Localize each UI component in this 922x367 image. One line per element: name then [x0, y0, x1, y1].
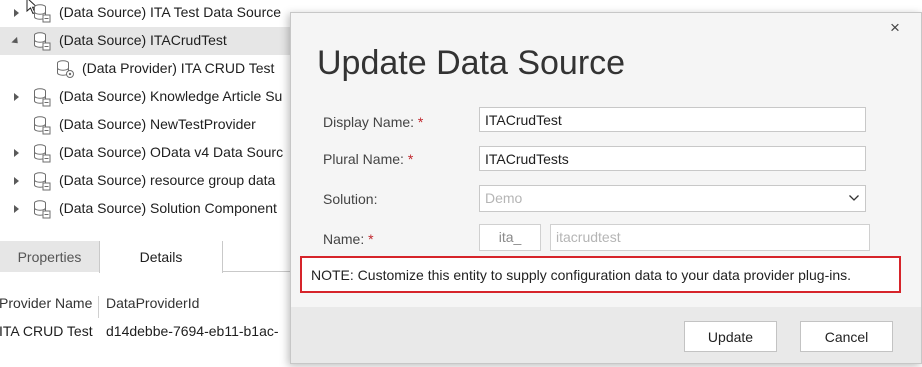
name-label-text: Name:	[323, 231, 365, 247]
display-name-label-text: Display Name:	[323, 114, 415, 130]
tree-item-label: (Data Source) Solution Component	[59, 200, 277, 216]
tree-item-itacrudtest[interactable]: (Data Source) ITACrudTest	[0, 27, 300, 55]
tree-item-label: (Data Source) ITA Test Data Source	[59, 4, 282, 20]
data-source-icon	[34, 4, 51, 23]
data-source-icon	[34, 172, 51, 191]
plural-name-label-text: Plural Name:	[323, 151, 404, 167]
tree-item-label: (Data Provider) ITA CRUD Test	[82, 60, 275, 76]
required-marker: *	[417, 114, 424, 130]
update-button[interactable]: Update	[684, 321, 777, 352]
data-source-icon	[34, 116, 51, 135]
tree-item-ita-crud-test-provider[interactable]: (Data Provider) ITA CRUD Test	[0, 55, 300, 83]
required-marker: *	[407, 151, 414, 167]
plural-name-field[interactable]	[479, 146, 866, 171]
cancel-button[interactable]: Cancel	[800, 321, 893, 352]
tree-item-label: (Data Source) resource group data	[59, 172, 276, 188]
update-data-source-dialog: × Update Data Source Display Name: * Plu…	[290, 12, 922, 364]
name-label: Name: *	[323, 231, 374, 247]
publisher-prefix: ita_	[479, 224, 541, 251]
tree-item-solution-component[interactable]: (Data Source) Solution Component	[0, 195, 300, 223]
tree-item-label: (Data Source) Knowledge Article Su	[59, 88, 283, 104]
tree-item-label: (Data Source) NewTestProvider	[59, 116, 256, 132]
solution-label: Solution:	[323, 191, 378, 207]
display-name-field[interactable]	[479, 107, 866, 132]
column-header-provider-name[interactable]: Provider Name	[0, 295, 92, 319]
tab-label: Details	[139, 249, 183, 265]
tree-item-label: (Data Source) ITACrudTest	[59, 32, 227, 48]
tree-item-ita-test-data-source[interactable]: (Data Source) ITA Test Data Source	[0, 0, 300, 27]
collapse-arrow-icon[interactable]	[11, 36, 21, 46]
tree-item-newtestprovider[interactable]: (Data Source) NewTestProvider	[0, 111, 300, 139]
dialog-title: Update Data Source	[317, 44, 626, 82]
note-text: NOTE: Customize this entity to supply co…	[311, 266, 852, 283]
cell-dataproviderid[interactable]: d14debbe-7694-eb11-b1ac-	[106, 323, 279, 339]
chevron-down-icon	[849, 195, 859, 201]
plural-name-label: Plural Name: *	[323, 151, 413, 167]
data-source-icon	[34, 88, 51, 107]
column-header-dataproviderid[interactable]: DataProviderId	[106, 295, 199, 319]
data-provider-icon	[57, 60, 74, 78]
cell-provider-name[interactable]: ITA CRUD Test	[0, 323, 93, 339]
expand-arrow-icon[interactable]	[11, 176, 21, 186]
tab-properties[interactable]: Properties	[0, 241, 100, 272]
tab-label: Properties	[17, 248, 82, 265]
tree-item-odata-v4[interactable]: (Data Source) OData v4 Data Sourc	[0, 139, 300, 167]
solution-select[interactable]: Demo	[479, 185, 866, 212]
data-source-icon	[34, 32, 51, 51]
tree-item-knowledge-article[interactable]: (Data Source) Knowledge Article Su	[0, 83, 300, 111]
expand-arrow-icon[interactable]	[11, 204, 21, 214]
data-source-icon	[34, 200, 51, 219]
expand-arrow-icon[interactable]	[11, 148, 21, 158]
expand-arrow-icon[interactable]	[11, 8, 21, 18]
solution-select-value: Demo	[485, 190, 523, 206]
customize-note: NOTE: Customize this entity to supply co…	[300, 256, 901, 293]
dialog-footer: Update Cancel	[291, 307, 921, 363]
column-divider[interactable]	[98, 296, 99, 318]
app-window: (Data Source) ITA Test Data Source (Data…	[0, 0, 922, 367]
required-marker: *	[368, 231, 374, 247]
schema-name-field[interactable]: itacrudtest	[550, 224, 870, 251]
tree-item-resource-group[interactable]: (Data Source) resource group data	[0, 167, 300, 195]
tree-item-label: (Data Source) OData v4 Data Sourc	[59, 144, 284, 160]
tab-details[interactable]: Details	[99, 241, 223, 273]
expand-arrow-icon[interactable]	[11, 92, 21, 102]
close-icon[interactable]: ×	[888, 19, 902, 36]
display-name-label: Display Name: *	[323, 114, 423, 130]
data-source-icon	[34, 144, 51, 163]
